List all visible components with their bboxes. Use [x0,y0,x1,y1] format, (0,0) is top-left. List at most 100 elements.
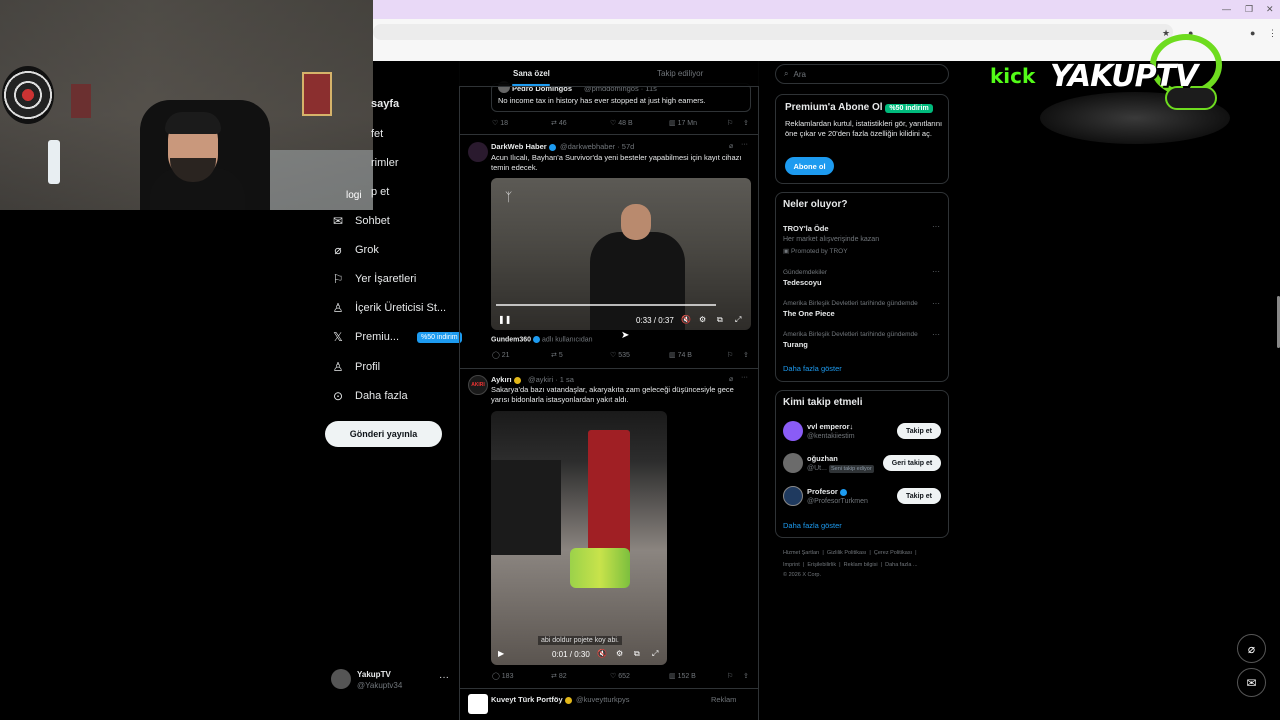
views-button[interactable]: ▥ 152 B [669,672,696,680]
tweet-author-name[interactable]: DarkWeb Haber [491,142,556,151]
nav-notifications-label[interactable]: rimler [371,157,399,169]
tab-for-you[interactable]: Sana özel [513,69,550,78]
follow-back-button[interactable]: Geri takip et [883,455,941,471]
nav-follow-label[interactable]: p et [371,186,389,198]
reply-button[interactable]: ◯ 183 [492,672,513,680]
share-icon[interactable]: ⇪ [743,351,749,359]
restore-icon[interactable]: ❐ [1245,4,1253,15]
nav-bookmarks[interactable]: ⚐ Yer İşaretleri [331,268,417,290]
trend-more-icon[interactable]: ··· [932,222,940,231]
menu-kebab-icon[interactable]: ⋮ [1268,28,1277,39]
suggested-user-name[interactable]: vvl emperor↓ [807,422,853,431]
nav-chat[interactable]: ✉ Sohbet [331,210,390,232]
quoted-tweet-frame[interactable] [491,83,751,112]
nav-grok[interactable]: ⌀ Grok [331,239,378,261]
wall-poster [71,84,91,118]
nav-premium[interactable]: 𝕏 Premiu... %50 indirim [331,326,462,348]
video-progress-bar[interactable] [496,304,716,306]
minimize-icon[interactable]: — [1222,4,1231,14]
follow-show-more-link[interactable]: Daha fazla göster [783,521,842,530]
tab-following[interactable]: Takip ediliyor [657,69,703,78]
play-icon[interactable]: ▶ [498,649,504,658]
aykiri-avatar[interactable]: AKIRI [468,375,488,395]
mute-icon[interactable]: 🔇 [597,649,607,658]
settings-icon[interactable]: ⚙ [616,649,623,658]
creator-studio-icon: ♙ [332,301,344,315]
pip-icon[interactable]: ⧉ [634,649,640,659]
views-button[interactable]: ▥ 74 B [669,351,692,359]
mute-icon[interactable]: 🔇 [681,315,691,324]
fullscreen-icon[interactable]: ⤢ [735,315,741,325]
like-button[interactable]: ♡ 535 [610,351,630,359]
account-more-icon[interactable]: ··· [439,672,449,683]
subscribe-button[interactable]: Abone ol [785,157,834,175]
pip-icon[interactable]: ⧉ [717,315,723,325]
footer-more-link[interactable]: Daha fazla ... [885,562,917,568]
nav-profile[interactable]: ♙ Profil [331,356,380,378]
pause-icon[interactable]: ❚❚ [498,315,511,324]
close-icon[interactable]: ✕ [1266,4,1274,15]
kuveyt-avatar[interactable] [468,694,488,714]
settings-icon[interactable]: ⚙ [699,315,706,324]
retweet-button[interactable]: ⇄ 46 [551,119,567,127]
grok-explain-icon[interactable]: ⌀ [729,375,733,383]
grok-fab-icon[interactable]: ⌀ [1237,634,1266,663]
reply-button[interactable]: ◯ 21 [492,351,510,359]
browser-address-bar[interactable] [373,24,1173,40]
darkweb-avatar[interactable] [468,142,488,162]
follow-button[interactable]: Takip et [897,488,941,504]
account-avatar[interactable] [331,669,351,689]
search-input[interactable]: ⌕ Ara [775,64,949,84]
nav-home-label[interactable]: sayfa [371,98,399,110]
messages-fab-icon[interactable]: ✉ [1237,668,1266,697]
nav-explore-label[interactable]: fet [371,128,383,140]
like-button[interactable]: ♡ 48 B [610,119,633,127]
bookmark-icon[interactable]: ⚐ [727,672,733,680]
suggested-user-avatar[interactable] [783,453,803,473]
footer-cookie-link[interactable]: Çerez Politikası [874,550,912,556]
bookmark-icon[interactable]: ⚐ [727,351,733,359]
suggested-user-avatar[interactable] [783,421,803,441]
tweet-more-icon[interactable]: ··· [741,374,748,381]
nav-creator-studio[interactable]: ♙ İçerik Üreticisi St... [331,297,446,319]
verified-icon [839,488,847,496]
nav-more[interactable]: ⊙ Daha fazla [331,385,408,407]
trend-more-icon[interactable]: ··· [932,299,940,308]
profile-avatar-icon[interactable]: ● [1250,28,1255,38]
trend-more-icon[interactable]: ··· [932,330,940,339]
trend-name[interactable]: Turang [783,340,808,349]
bookmark-icon[interactable]: ⚐ [727,119,733,127]
trend-name[interactable]: The One Piece [783,309,835,318]
trends-show-more-link[interactable]: Daha fazla göster [783,364,842,373]
share-icon[interactable]: ⇪ [743,119,749,127]
account-name[interactable]: YakupTV [357,670,391,679]
footer-privacy-link[interactable]: Gizlilik Politikası [827,550,866,556]
suggested-user-avatar[interactable] [783,486,803,506]
video-source[interactable]: Gundem360 adlı kullanıcıdan [491,336,593,343]
views-button[interactable]: ▥ 17 Mn [669,119,697,127]
trend-name[interactable]: TROY'la Öde [783,224,829,233]
footer-copyright: © 2026 X Corp. [783,572,821,578]
reply-count: 21 [501,352,510,359]
footer-imprint-link[interactable]: Imprint [783,562,800,568]
tweet-author-name[interactable]: Aykırı [491,375,521,384]
trend-name[interactable]: Tedescoyu [783,278,822,287]
tweet-more-icon[interactable]: ··· [741,141,748,148]
fullscreen-icon[interactable]: ⤢ [652,649,658,659]
tweet-author-name[interactable]: Kuveyt Türk Portföy [491,695,572,704]
video-subtitle: abi doldur pojete koy abi. [538,636,622,645]
suggested-user-name[interactable]: oğuzhan [807,454,838,463]
post-button[interactable]: Gönderi yayınla [325,421,442,447]
follow-button[interactable]: Takip et [897,423,941,439]
share-icon[interactable]: ⇪ [743,672,749,680]
grok-explain-icon[interactable]: ⌀ [729,142,733,150]
footer-accessibility-link[interactable]: Erişilebilirlik [807,562,836,568]
retweet-button[interactable]: ⇄ 82 [551,672,567,680]
suggested-user-name[interactable]: Profesor [807,487,847,496]
footer-terms-link[interactable]: Hizmet Şartları [783,550,819,556]
trend-more-icon[interactable]: ··· [932,267,940,276]
reply-button[interactable]: ♡ 18 [492,119,508,127]
like-button[interactable]: ♡ 652 [610,672,630,680]
retweet-button[interactable]: ⇄ 5 [551,351,563,359]
footer-ads-info-link[interactable]: Reklam bilgisi [844,562,878,568]
